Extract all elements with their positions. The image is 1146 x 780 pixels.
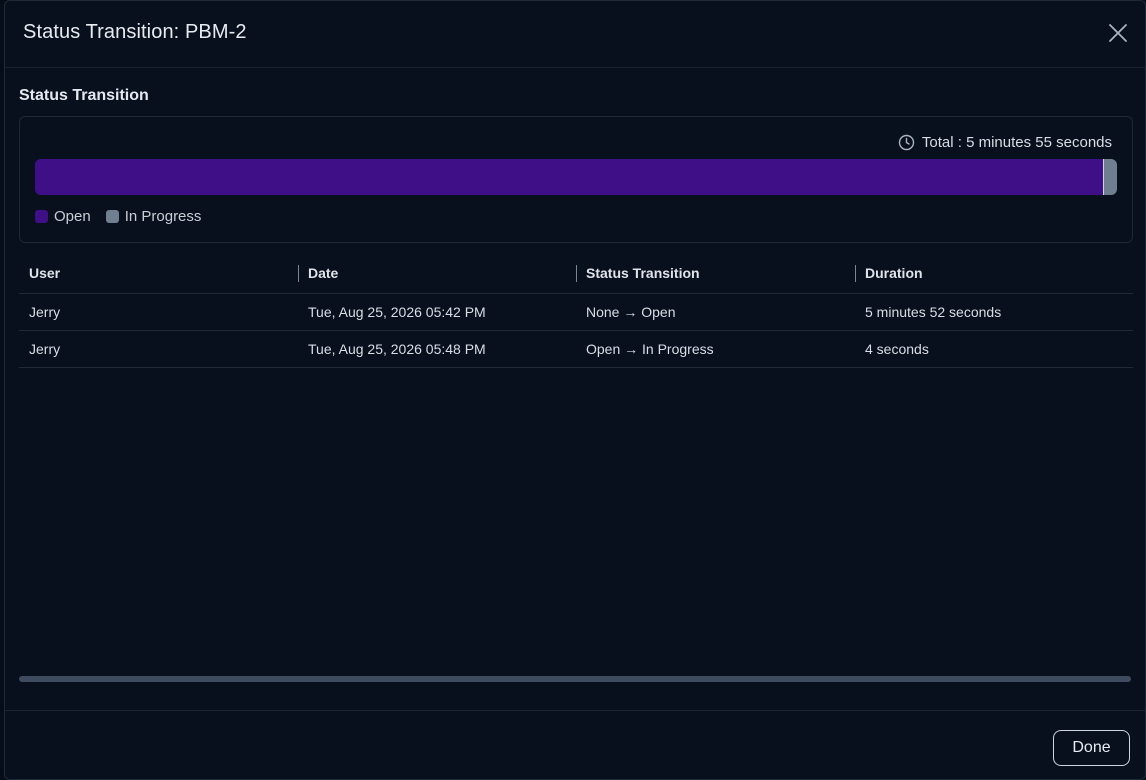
legend: Open In Progress (35, 208, 216, 225)
status-duration-bar (35, 159, 1117, 195)
cell-duration: 4 seconds (865, 341, 929, 357)
status-transition-card: Total : 5 minutes 55 seconds Open In Prog… (19, 116, 1133, 243)
dialog-title: Status Transition: PBM-2 (23, 21, 247, 43)
status-transition-dialog: Status Transition: PBM-2 Status Transiti… (4, 0, 1146, 780)
progress-segment-in-progress[interactable] (1102, 159, 1117, 195)
legend-item-open: Open (35, 208, 91, 225)
table-row: Jerry Tue, Aug 25, 2026 05:42 PM None → … (19, 294, 1133, 331)
section-title: Status Transition (19, 87, 149, 104)
dialog-header: Status Transition: PBM-2 (5, 1, 1145, 68)
cell-date: Tue, Aug 25, 2026 05:48 PM (308, 341, 486, 357)
cell-duration: 5 minutes 52 seconds (865, 304, 1002, 320)
close-button[interactable] (1107, 22, 1129, 44)
column-header-duration: Duration (855, 253, 1133, 293)
legend-label: In Progress (124, 208, 202, 225)
clock-icon (898, 134, 915, 151)
cell-status-transition: None → Open (586, 304, 676, 320)
table-row: Jerry Tue, Aug 25, 2026 05:48 PM Open → … (19, 331, 1133, 368)
done-button[interactable]: Done (1053, 730, 1130, 766)
horizontal-scrollbar[interactable] (19, 676, 1131, 682)
column-header-user: User (29, 265, 61, 281)
transition-table: User Date Status Transition Duration Jer… (19, 253, 1133, 368)
legend-item-in-progress: In Progress (105, 208, 202, 225)
legend-swatch (105, 210, 119, 223)
cell-user: Jerry (29, 304, 61, 320)
close-icon (1109, 24, 1127, 42)
cell-date: Tue, Aug 25, 2026 05:42 PM (308, 304, 486, 320)
progress-segment-open[interactable] (35, 159, 1103, 195)
table-header: User Date Status Transition Duration (19, 253, 1133, 294)
cell-user: Jerry (29, 341, 61, 357)
column-header-date: Date (298, 253, 576, 293)
total-duration: Total : 5 minutes 55 seconds (898, 134, 1112, 151)
dialog-footer: Done (5, 710, 1145, 780)
cell-status-transition: Open → In Progress (586, 341, 714, 357)
legend-label: Open (54, 208, 91, 225)
column-header-status-transition: Status Transition (576, 253, 855, 293)
legend-swatch (35, 210, 48, 223)
total-duration-label: Total : 5 minutes 55 seconds (921, 134, 1112, 151)
